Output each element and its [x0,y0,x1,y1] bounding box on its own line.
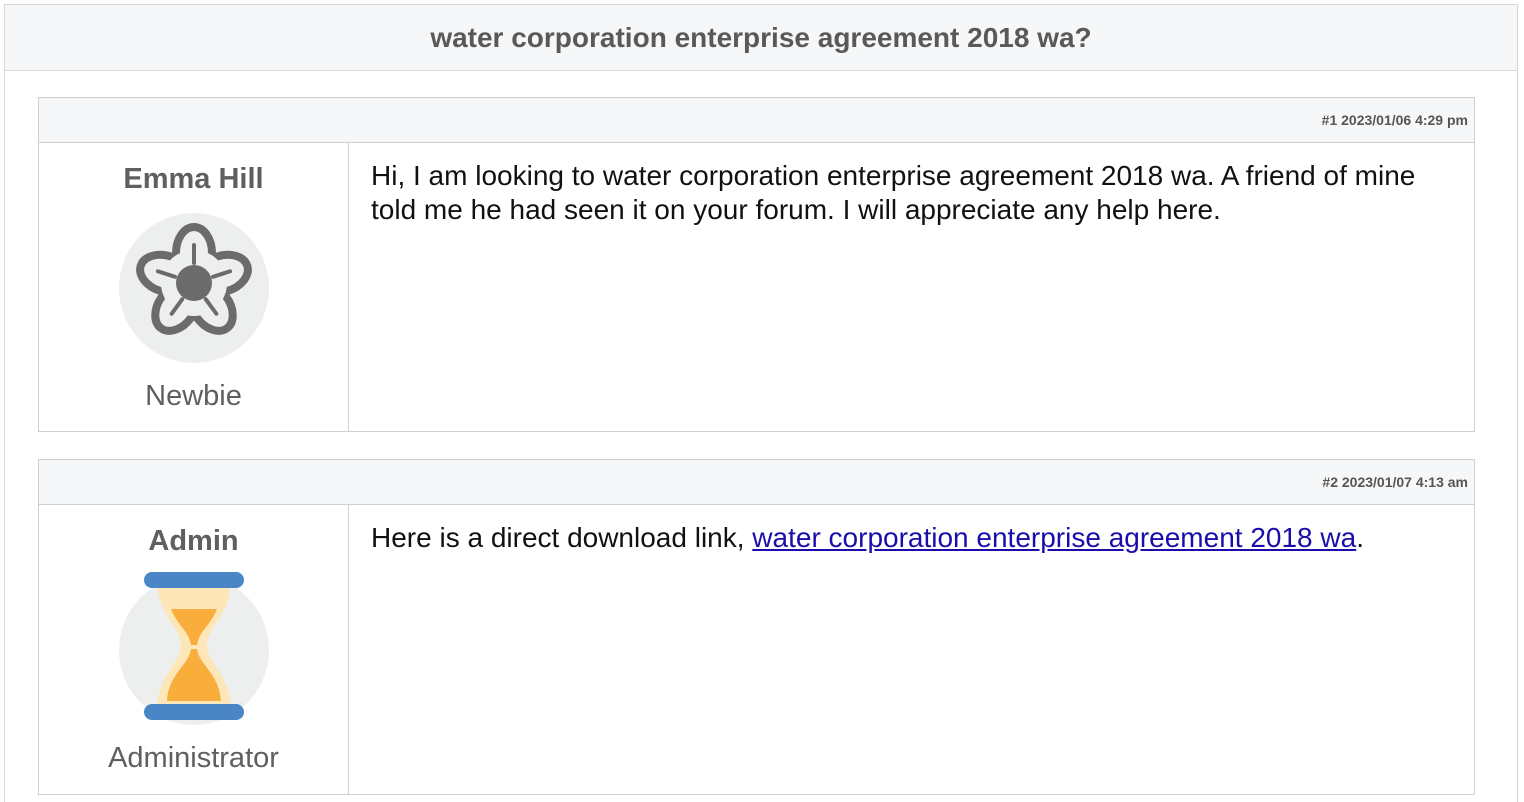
post-body-row: Admin Administrator Here is a direct dow… [39,505,1474,795]
avatar [118,572,269,725]
hourglass-icon [143,572,244,720]
flower-icon [135,223,252,335]
post: #2 2023/01/07 4:13 am Admin Administrato… [38,459,1475,795]
post-content: Here is a direct download link, water co… [349,505,1474,795]
post-meta: #2 2023/01/07 4:13 am [1322,474,1468,490]
author-panel: Emma Hill Newbie [39,143,349,432]
author-name[interactable]: Emma Hill [123,162,263,196]
post-text: Here is a direct download link, [371,522,753,553]
thread-title: water corporation enterprise agreement 2… [430,21,1092,53]
avatar [118,213,269,363]
author-role: Newbie [145,380,242,412]
post-header: #1 2023/01/06 4:29 pm [39,98,1474,143]
post-body-row: Emma Hill Newbie Hi, I am looking to wat… [39,143,1474,432]
author-name[interactable]: Admin [148,524,238,558]
post-meta: #1 2023/01/06 4:29 pm [1321,112,1468,128]
author-panel: Admin Administrator [39,505,349,795]
thread-header: water corporation enterprise agreement 2… [5,5,1517,71]
post-text-suffix: . [1356,522,1364,553]
download-link[interactable]: water corporation enterprise agreement 2… [752,522,1356,553]
author-role: Administrator [108,742,279,774]
post-header: #2 2023/01/07 4:13 am [39,460,1474,505]
post-content: Hi, I am looking to water corporation en… [371,160,1416,225]
post: #1 2023/01/06 4:29 pm Emma Hill Newbie H… [38,97,1475,432]
